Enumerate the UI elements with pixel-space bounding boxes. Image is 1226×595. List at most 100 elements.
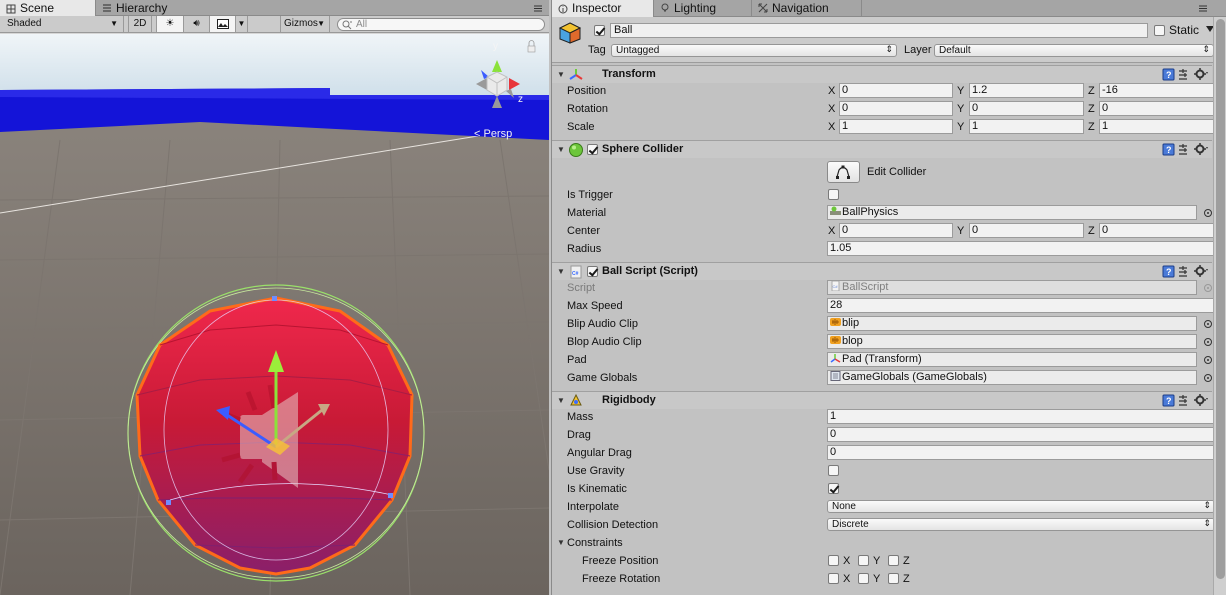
tab-hierarchy[interactable]: Hierarchy bbox=[96, 0, 276, 16]
info-icon bbox=[558, 4, 568, 13]
component-header-icons: ? bbox=[1162, 394, 1208, 407]
updown-arrow-icon: ⇕ bbox=[885, 44, 893, 54]
freeze-rotation-z-checkbox[interactable] bbox=[888, 573, 899, 584]
angular-drag-field[interactable]: 0 bbox=[827, 445, 1215, 460]
audio-toggle[interactable]: 🔊︎ bbox=[184, 16, 210, 32]
rotation-row: Rotation X 0 Y 0 Z 0 bbox=[552, 100, 1215, 118]
interpolate-dropdown[interactable]: None ⇕ bbox=[827, 500, 1215, 513]
freeze-position-z-checkbox[interactable] bbox=[888, 555, 899, 566]
scale-row: Scale X 1 Y 1 Z 1 bbox=[552, 118, 1215, 136]
transform-header[interactable]: ▼ Transform ? bbox=[552, 65, 1212, 83]
object-picker-icon[interactable] bbox=[1204, 320, 1212, 328]
rotation-y-field[interactable]: 0 bbox=[969, 101, 1084, 116]
radius-field[interactable]: 1.05 bbox=[827, 241, 1215, 256]
sphere-collider-header[interactable]: ▼ Sphere Collider ? bbox=[552, 140, 1212, 158]
foldout-arrow-icon[interactable]: ▼ bbox=[557, 267, 565, 276]
scale-z-field[interactable]: 1 bbox=[1099, 119, 1215, 134]
pad-row: Pad Pad (Transform) bbox=[552, 351, 1212, 369]
static-checkbox[interactable] bbox=[1154, 25, 1165, 36]
blip-audio-field[interactable]: blip bbox=[827, 316, 1197, 331]
panel-menu-icon[interactable] bbox=[1198, 3, 1208, 13]
scale-x-field[interactable]: 1 bbox=[839, 119, 953, 134]
axis-x-label: X bbox=[828, 85, 836, 97]
center-z-field[interactable]: 0 bbox=[1099, 223, 1215, 238]
constraints-row[interactable]: ▼ Constraints bbox=[552, 534, 1212, 552]
object-picker-icon[interactable] bbox=[1204, 356, 1212, 364]
lighting-toggle[interactable]: ☀ bbox=[156, 16, 184, 32]
foldout-arrow-icon[interactable]: ▼ bbox=[557, 396, 565, 405]
toggle-2d-button[interactable]: 2D bbox=[128, 16, 152, 32]
edit-collider-button[interactable] bbox=[827, 161, 860, 183]
foldout-arrow-icon[interactable]: ▼ bbox=[557, 538, 565, 547]
sphere-collider-enabled-checkbox[interactable] bbox=[587, 144, 598, 155]
foldout-arrow-icon[interactable]: ▼ bbox=[557, 70, 565, 79]
object-active-checkbox[interactable] bbox=[594, 25, 605, 36]
material-field[interactable]: BallPhysics bbox=[827, 205, 1197, 220]
rotation-z-field[interactable]: 0 bbox=[1099, 101, 1215, 116]
rotation-x-field[interactable]: 0 bbox=[839, 101, 953, 116]
scene-search-input[interactable]: All bbox=[337, 18, 545, 31]
pad-field[interactable]: Pad (Transform) bbox=[827, 352, 1197, 367]
scale-y-field[interactable]: 1 bbox=[969, 119, 1084, 134]
blip-audio-label: Blip Audio Clip bbox=[567, 318, 638, 330]
position-x-field[interactable]: 0 bbox=[839, 83, 953, 98]
collision-detection-dropdown[interactable]: Discrete ⇕ bbox=[827, 518, 1215, 531]
drag-row: Drag 0 bbox=[552, 426, 1215, 444]
ball-script-title: Ball Script (Script) bbox=[602, 265, 698, 277]
ball-script-header[interactable]: ▼ C# Ball Script (Script) ? bbox=[552, 262, 1212, 280]
is-kinematic-checkbox[interactable] bbox=[828, 483, 839, 494]
axis-y-label: Y bbox=[957, 225, 965, 237]
mass-field[interactable]: 1 bbox=[827, 409, 1215, 424]
freeze-position-x-checkbox[interactable] bbox=[828, 555, 839, 566]
angular-drag-label: Angular Drag bbox=[567, 447, 632, 459]
use-gravity-checkbox[interactable] bbox=[828, 465, 839, 476]
tab-navigation[interactable]: Navigation bbox=[752, 0, 862, 16]
object-name-field[interactable]: Ball bbox=[610, 23, 1148, 38]
position-y-field[interactable]: 1.2 bbox=[969, 83, 1084, 98]
foldout-arrow-icon[interactable]: ▼ bbox=[557, 145, 565, 154]
projection-toggle[interactable]: < Persp bbox=[474, 128, 512, 140]
scene-window: Scene Hierarchy Shaded ▼ 2D ☀ 🔊︎ ▼ Gizmo… bbox=[0, 0, 549, 595]
physic-material-icon bbox=[830, 206, 841, 215]
panel-menu-icon[interactable] bbox=[533, 3, 543, 13]
tab-inspector[interactable]: Inspector bbox=[552, 0, 654, 17]
freeze-x-label: X bbox=[843, 555, 851, 567]
center-y-field[interactable]: 0 bbox=[969, 223, 1084, 238]
gizmos-dropdown[interactable]: Gizmos ▼ bbox=[280, 16, 330, 32]
interpolate-value: None bbox=[832, 501, 856, 512]
blop-audio-field[interactable]: blop bbox=[827, 334, 1197, 349]
object-picker-icon[interactable] bbox=[1204, 209, 1212, 217]
angular-drag-row: Angular Drag 0 bbox=[552, 444, 1215, 462]
freeze-position-y-checkbox[interactable] bbox=[858, 555, 869, 566]
is-trigger-checkbox[interactable] bbox=[828, 189, 839, 200]
transform-axes-icon bbox=[830, 354, 841, 363]
effects-dropdown[interactable]: ▼ bbox=[236, 16, 248, 32]
scrollbar-thumb[interactable] bbox=[1216, 19, 1225, 579]
tab-lighting[interactable]: Lighting bbox=[654, 0, 752, 16]
object-picker-icon[interactable] bbox=[1204, 374, 1212, 382]
tag-dropdown[interactable]: Untagged ⇕ bbox=[611, 44, 897, 57]
material-row: Material BallPhysics bbox=[552, 204, 1212, 222]
center-x-field[interactable]: 0 bbox=[839, 223, 953, 238]
drag-field[interactable]: 0 bbox=[827, 427, 1215, 442]
speaker-icon: 🔊︎ bbox=[193, 18, 200, 29]
scene-viewport[interactable]: y z < Persp bbox=[0, 34, 549, 595]
component-header-icons: ? bbox=[1162, 143, 1208, 156]
tab-scene[interactable]: Scene bbox=[0, 0, 96, 17]
inspector-scrollbar[interactable] bbox=[1213, 17, 1226, 595]
ball-script-enabled-checkbox[interactable] bbox=[587, 266, 598, 277]
object-picker-icon[interactable] bbox=[1204, 338, 1212, 346]
max-speed-field[interactable]: 28 bbox=[827, 298, 1215, 313]
game-globals-field[interactable]: GameGlobals (GameGlobals) bbox=[827, 370, 1197, 385]
search-icon bbox=[342, 20, 352, 30]
effects-toggle[interactable] bbox=[210, 16, 236, 32]
freeze-rotation-x-checkbox[interactable] bbox=[828, 573, 839, 584]
freeze-rotation-y-checkbox[interactable] bbox=[858, 573, 869, 584]
position-z-field[interactable]: -16 bbox=[1099, 83, 1215, 98]
layer-dropdown[interactable]: Default ⇕ bbox=[934, 44, 1214, 57]
rigidbody-header[interactable]: ▼ Rigidbody ? bbox=[552, 391, 1212, 409]
gameobject-cube-icon bbox=[558, 22, 582, 44]
draw-mode-dropdown[interactable]: Shaded ▼ bbox=[0, 16, 124, 32]
game-globals-label: Game Globals bbox=[567, 372, 638, 384]
csharp-script-icon: C# bbox=[570, 265, 582, 279]
